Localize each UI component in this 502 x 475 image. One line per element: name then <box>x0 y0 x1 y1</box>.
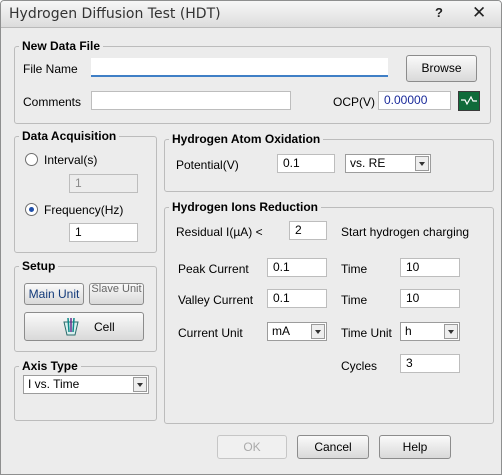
axis-type-legend: Axis Type <box>22 359 78 373</box>
help-button[interactable]: Help <box>379 435 451 459</box>
start-charging-label: Start hydrogen charging <box>341 225 470 239</box>
interval-input[interactable]: 1 <box>69 174 138 193</box>
potential-label: Potential(V) <box>176 158 239 172</box>
comments-label: Comments <box>23 95 82 109</box>
data-acquisition-legend: Data Acquisition <box>22 129 117 143</box>
window-title: Hydrogen Diffusion Test (HDT) <box>9 6 221 22</box>
axis-type-select[interactable]: I vs. Time <box>23 375 149 394</box>
current-unit-value: mA <box>272 324 290 338</box>
setup-legend: Setup <box>22 259 56 273</box>
cycles-input[interactable]: 3 <box>400 354 460 373</box>
time-unit-value: h <box>405 324 412 338</box>
interval-radio[interactable] <box>25 153 38 166</box>
cancel-button[interactable]: Cancel <box>297 435 369 459</box>
ocp-label: OCP(V) <box>333 95 375 109</box>
waveform-icon[interactable] <box>458 91 480 111</box>
frequency-label: Frequency(Hz) <box>44 203 124 217</box>
reference-value: vs. RE <box>350 156 386 170</box>
time-input-1[interactable]: 10 <box>400 258 460 277</box>
ocp-value: 0.00000 <box>378 91 451 110</box>
time-input-2[interactable]: 10 <box>400 289 460 308</box>
frequency-input[interactable]: 1 <box>69 223 138 242</box>
residual-input[interactable]: 2 <box>289 221 327 240</box>
chevron-down-icon[interactable] <box>311 324 325 339</box>
help-question-icon[interactable]: ? <box>435 5 443 20</box>
potential-input[interactable]: 0.1 <box>277 154 335 173</box>
chevron-down-icon[interactable] <box>444 324 458 339</box>
time-unit-label: Time Unit <box>341 326 392 340</box>
file-name-input[interactable] <box>91 58 388 77</box>
slave-unit-button[interactable]: Slave Unit <box>89 283 144 305</box>
valley-current-input[interactable]: 0.1 <box>267 289 327 308</box>
reference-select[interactable]: vs. RE <box>345 154 431 173</box>
cell-button[interactable]: Cell <box>24 312 144 341</box>
chevron-down-icon[interactable] <box>415 156 429 171</box>
interval-label: Interval(s) <box>44 153 98 167</box>
cycles-label: Cycles <box>341 359 378 373</box>
time-label-1: Time <box>341 262 368 276</box>
main-unit-button[interactable]: Main Unit <box>24 283 84 305</box>
current-unit-select[interactable]: mA <box>267 322 327 341</box>
slave-unit-label: Slave Unit <box>91 283 142 295</box>
axis-type-value: I vs. Time <box>28 377 80 391</box>
valley-current-label: Valley Current <box>178 293 254 307</box>
comments-input[interactable] <box>91 91 291 110</box>
oxidation-legend: Hydrogen Atom Oxidation <box>172 132 321 146</box>
title-bar: Hydrogen Diffusion Test (HDT) ? ✕ <box>1 1 501 28</box>
cell-label: Cell <box>94 320 115 334</box>
peak-current-label: Peak Current <box>178 262 249 276</box>
reduction-legend: Hydrogen Ions Reduction <box>172 200 319 214</box>
frequency-radio[interactable] <box>25 203 38 216</box>
hdt-dialog: Hydrogen Diffusion Test (HDT) ? ✕ New Da… <box>0 0 502 475</box>
ok-button[interactable]: OK <box>217 435 287 459</box>
electrochemical-cell-icon <box>60 316 82 341</box>
time-label-2: Time <box>341 293 368 307</box>
browse-button[interactable]: Browse <box>406 55 477 82</box>
current-unit-label: Current Unit <box>178 326 243 340</box>
file-name-label: File Name <box>23 62 78 76</box>
residual-label: Residual I(µA) < <box>176 225 263 239</box>
close-icon[interactable]: ✕ <box>472 3 486 23</box>
peak-current-input[interactable]: 0.1 <box>267 258 327 277</box>
time-unit-select[interactable]: h <box>400 322 460 341</box>
new-data-file-legend: New Data File <box>22 39 101 53</box>
chevron-down-icon[interactable] <box>133 377 147 392</box>
